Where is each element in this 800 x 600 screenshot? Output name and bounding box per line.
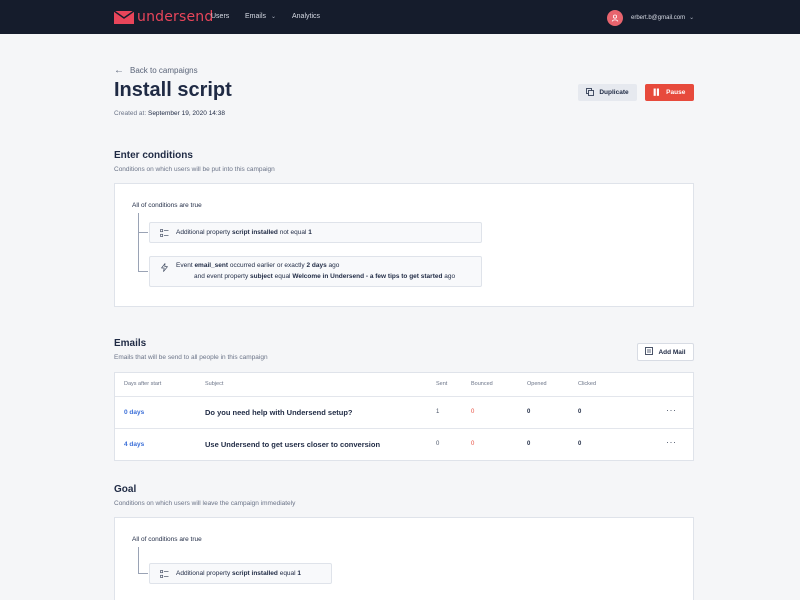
opened-count: 0 — [527, 409, 531, 415]
condition-item[interactable]: Additional property script installed not… — [149, 222, 482, 243]
bounced-count: 0 — [471, 441, 475, 447]
column-header: Subject — [205, 381, 224, 387]
mail-add-icon — [645, 347, 654, 357]
sent-count: 1 — [436, 409, 440, 415]
column-header: Days after start — [124, 381, 162, 387]
column-header: Clicked — [578, 381, 597, 387]
emails-table: Days after start Subject Sent Bounced Op… — [114, 372, 694, 461]
chevron-down-icon: ⌄ — [689, 15, 695, 21]
bounced-count: 0 — [471, 409, 475, 415]
nav-item-users[interactable]: Users — [211, 13, 229, 20]
add-mail-label: Add Mail — [658, 348, 686, 356]
condition-line-2: and event property subject equal Welcome… — [194, 273, 456, 280]
goal-title: Goal — [114, 484, 137, 495]
days-link[interactable]: 4 days — [124, 441, 144, 448]
condition-text: Additional property script installed not… — [176, 229, 312, 236]
match-all-label: All of conditions are true — [132, 202, 202, 209]
user-menu[interactable]: erbert.b@gmail.com ⌄ — [631, 14, 695, 22]
column-header: Opened — [527, 381, 547, 387]
created-label: Created at: — [114, 110, 147, 117]
pause-label: Pause — [666, 89, 686, 96]
more-options-icon[interactable]: ··· — [666, 405, 677, 415]
clicked-count: 0 — [578, 441, 582, 447]
table-row[interactable]: 4 days Use Undersend to get users closer… — [115, 429, 693, 461]
enter-conditions-card: All of conditions are true Additional pr… — [114, 183, 694, 307]
property-icon — [160, 229, 169, 240]
match-all-label: All of conditions are true — [132, 536, 202, 543]
nav-analytics-label: Analytics — [292, 13, 321, 20]
nav-users-label: Users — [211, 13, 230, 20]
clicked-count: 0 — [578, 409, 582, 415]
created-at: Created at: September 19, 2020 14:38 — [114, 110, 225, 117]
goal-subtitle: Conditions on which users will leave the… — [114, 500, 296, 507]
condition-item[interactable]: Event email_sent occurred earlier or exa… — [149, 256, 482, 287]
condition-line-1: Event email_sent occurred earlier or exa… — [176, 262, 340, 269]
user-icon — [611, 14, 619, 22]
condition-text: Additional property script installed equ… — [176, 570, 302, 577]
enter-conditions-subtitle: Conditions on which users will be put in… — [114, 166, 275, 173]
table-row[interactable]: 0 days Do you need help with Undersend s… — [115, 397, 693, 429]
duplicate-label: Duplicate — [599, 89, 629, 96]
arrow-left-icon: ← — [114, 65, 124, 76]
pause-button[interactable]: ▌▌ Pause — [645, 84, 694, 101]
nav-item-analytics[interactable]: Analytics — [292, 13, 320, 20]
top-navigation-bar: undersend Users Emails ⌄ Analytics erber… — [0, 0, 800, 34]
back-to-campaigns-link[interactable]: ← Back to campaigns — [114, 65, 198, 76]
tree-line — [138, 547, 139, 573]
pause-icon: ▌▌ — [653, 89, 661, 96]
back-link-label: Back to campaigns — [130, 66, 198, 75]
emails-subtitle: Emails that will be send to all people i… — [114, 354, 268, 361]
envelope-icon — [114, 10, 134, 24]
column-header: Sent — [436, 381, 448, 387]
created-value: September 19, 2020 14:38 — [147, 110, 225, 117]
duplicate-button[interactable]: Duplicate — [578, 84, 637, 101]
sent-count: 0 — [436, 441, 440, 447]
copy-icon — [586, 87, 595, 98]
condition-item[interactable]: Additional property script installed equ… — [149, 563, 332, 584]
emails-title: Emails — [114, 338, 147, 349]
brand-name: undersend — [137, 9, 214, 25]
tree-line — [138, 213, 139, 271]
table-header: Days after start Subject Sent Bounced Op… — [115, 373, 693, 397]
chevron-down-icon: ⌄ — [271, 14, 277, 20]
days-link[interactable]: 0 days — [124, 409, 144, 416]
tree-branch — [138, 271, 148, 272]
email-subject[interactable]: Use Undersend to get users closer to con… — [205, 440, 380, 449]
user-avatar[interactable] — [607, 10, 623, 26]
more-options-icon[interactable]: ··· — [666, 437, 677, 447]
tree-branch — [138, 232, 148, 233]
lightning-icon — [160, 263, 169, 274]
page-title: Install script — [114, 79, 232, 101]
nav-item-emails[interactable]: Emails ⌄ — [245, 13, 276, 20]
nav-emails-label: Emails — [245, 13, 267, 20]
enter-conditions-title: Enter conditions — [114, 150, 193, 161]
column-header: Bounced — [471, 381, 493, 387]
email-subject[interactable]: Do you need help with Undersend setup? — [205, 408, 353, 417]
app-logo[interactable]: undersend — [114, 9, 213, 25]
opened-count: 0 — [527, 441, 531, 447]
tree-branch — [138, 573, 148, 574]
user-email: erbert.b@gmail.com — [631, 14, 686, 21]
property-icon — [160, 570, 169, 581]
goal-card: All of conditions are true Additional pr… — [114, 517, 694, 600]
add-mail-button[interactable]: Add Mail — [637, 343, 694, 361]
